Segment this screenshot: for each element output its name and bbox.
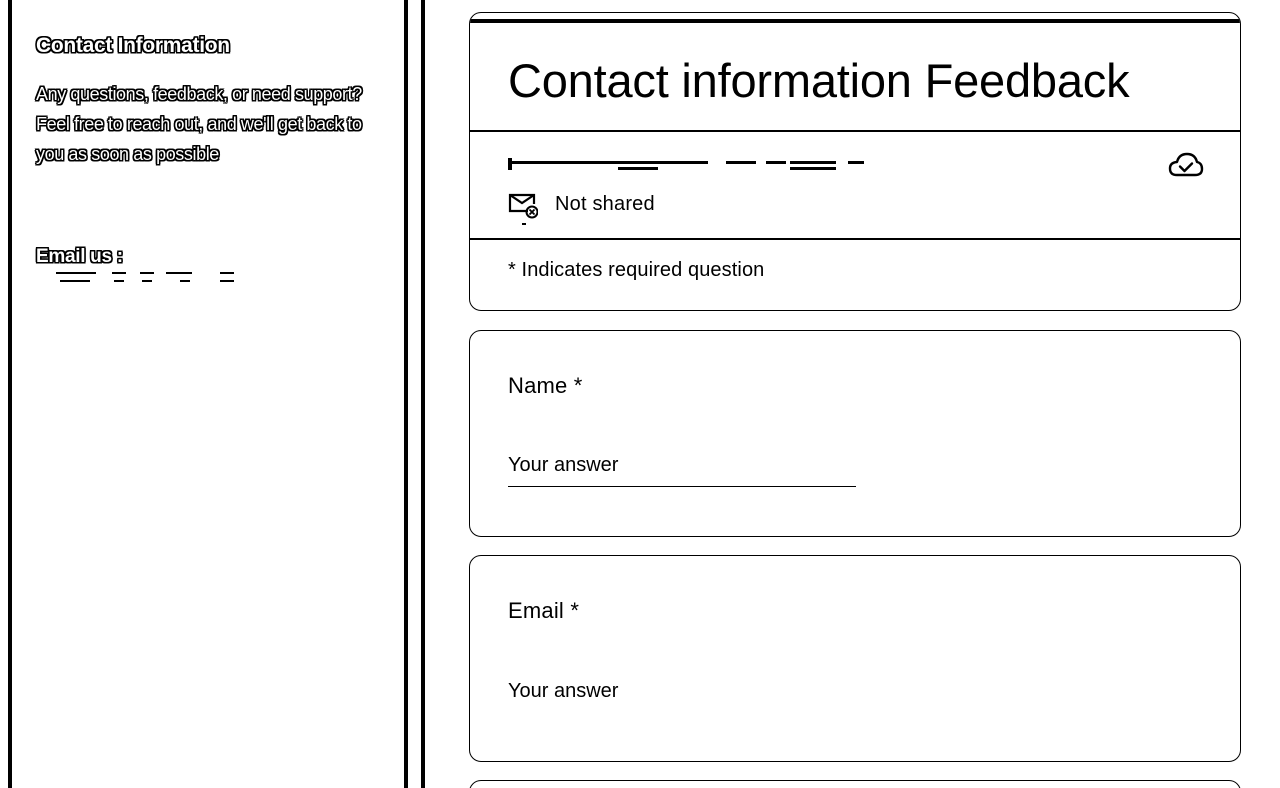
email-input[interactable] xyxy=(508,676,856,712)
question-card-name: Name * xyxy=(469,330,1241,537)
email-address-redacted[interactable] xyxy=(46,266,236,284)
header-accent-bar xyxy=(470,13,1240,23)
divider xyxy=(470,238,1240,240)
form-title: Contact information Feedback xyxy=(508,54,1130,107)
question-label-name: Name * xyxy=(508,373,583,398)
vertical-divider xyxy=(421,0,425,788)
email-us-label: Email us : xyxy=(36,246,123,267)
panel-description: Any questions, feedback, or need support… xyxy=(36,84,362,164)
panel-title: Contact Information xyxy=(36,34,230,57)
name-input[interactable] xyxy=(508,451,856,487)
share-status-text: Not shared xyxy=(555,193,655,215)
question-label-email: Email * xyxy=(508,598,580,623)
question-card-email: Email * xyxy=(469,555,1241,762)
required-note: * Indicates required question xyxy=(508,259,765,281)
contact-info-panel: Contact Information Any questions, feedb… xyxy=(8,0,408,788)
form-header-card: Contact information Feedback Not shared … xyxy=(469,12,1241,311)
mail-off-icon xyxy=(508,193,538,225)
account-email-redacted[interactable] xyxy=(508,158,868,172)
cloud-check-icon[interactable] xyxy=(1168,151,1204,181)
question-card-next xyxy=(469,780,1241,788)
divider xyxy=(470,130,1240,132)
